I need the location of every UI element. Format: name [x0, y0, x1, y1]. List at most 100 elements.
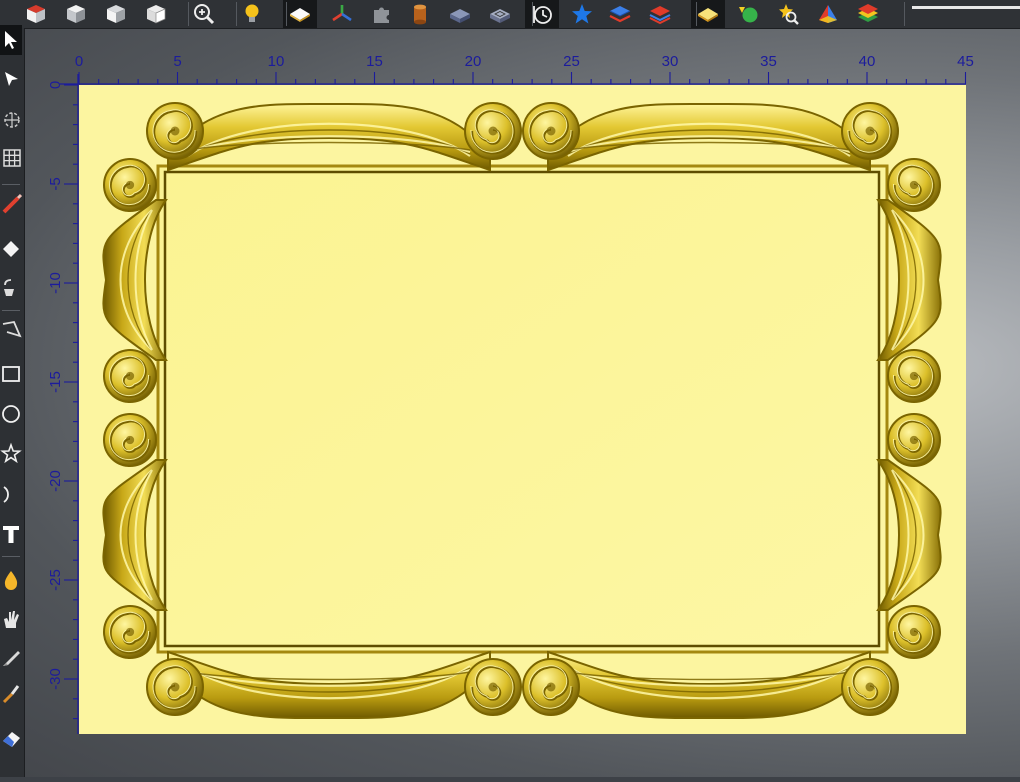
ruler-x-label: 25 — [563, 53, 580, 70]
scroll-curl — [103, 349, 157, 403]
ruler-x-label: 5 — [173, 53, 181, 70]
knife-icon — [3, 651, 20, 666]
shapes-green-button[interactable] — [731, 0, 765, 28]
eraser-blue-icon — [3, 732, 20, 747]
cube-side-view-icon — [107, 5, 125, 23]
polyline-tool[interactable] — [0, 315, 22, 345]
cube-red-top-button[interactable] — [19, 0, 53, 28]
ruler-y-label: -10 — [47, 272, 64, 294]
star-blue-button[interactable] — [565, 0, 599, 28]
scroll-curl — [103, 158, 157, 212]
3d-viewport[interactable]: 0 5 10 15 20 25 30 35 40 45 0 -5 -10 -15 -20 -25 -30 — [25, 29, 1020, 777]
left-toolbar-separator — [2, 556, 20, 557]
axes-button[interactable] — [325, 0, 359, 28]
ruler-y-label: -30 — [47, 668, 64, 690]
rectangle-icon — [2, 366, 20, 382]
cylinder-button[interactable] — [403, 0, 437, 28]
transform-tool[interactable] — [0, 105, 22, 135]
ruler-y-label: -5 — [47, 177, 64, 190]
left-toolbar-separator — [2, 184, 20, 185]
star-tool[interactable] — [0, 439, 22, 469]
scroll-curl — [887, 605, 941, 659]
cube-red-top-icon — [27, 5, 45, 23]
star-icon — [0, 442, 22, 464]
slab-blue-icon — [450, 9, 470, 23]
ruler-x-label: 15 — [366, 53, 383, 70]
star-blue-icon — [572, 4, 592, 24]
zoom-in-button[interactable] — [187, 0, 221, 28]
grid-tool[interactable] — [0, 143, 22, 173]
scroll-curl — [464, 102, 522, 160]
cube-front-view-button[interactable] — [59, 0, 93, 28]
grid-icon — [3, 149, 21, 167]
toolbar-slider[interactable] — [912, 6, 1020, 9]
scroll-curl — [103, 605, 157, 659]
scroll-curl — [887, 413, 941, 467]
rectangle-tool[interactable] — [0, 359, 22, 389]
arc-icon — [3, 486, 9, 503]
ruler-x-label: 30 — [662, 53, 679, 70]
circle-tool[interactable] — [0, 399, 22, 429]
bucket-tool[interactable] — [0, 273, 22, 303]
pyramid-button[interactable] — [811, 0, 845, 28]
polyline-icon — [2, 320, 22, 338]
cube-side-view-button[interactable] — [99, 0, 133, 28]
stack-colors-button[interactable] — [851, 0, 885, 28]
layer-white-button[interactable] — [283, 0, 317, 28]
lightbulb-icon — [245, 4, 259, 22]
ruler-x-label: 40 — [859, 53, 876, 70]
ruler-y-label: -15 — [47, 371, 64, 393]
cube-iso-view-icon — [147, 5, 166, 24]
toolbar-separator — [532, 2, 533, 26]
hand-tool[interactable] — [0, 605, 22, 635]
lightbulb-button[interactable] — [235, 0, 269, 28]
viewport-canvas[interactable]: 0 5 10 15 20 25 30 35 40 45 0 -5 -10 -15 -20 -25 -30 — [25, 29, 1020, 777]
cube-iso-view-button[interactable] — [139, 0, 173, 28]
pencil-red-tool[interactable] — [0, 189, 22, 219]
toolbar-separator — [696, 2, 697, 26]
ruler-y-label: 0 — [47, 81, 64, 89]
puzzle-button[interactable] — [365, 0, 399, 28]
cylinder-icon — [414, 4, 426, 25]
ruler-x-label: 20 — [465, 53, 482, 70]
zoom-selection-button[interactable] — [771, 0, 805, 28]
layers-red-button[interactable] — [643, 0, 677, 28]
stack-colors-icon — [858, 4, 878, 22]
ruler-x-label: 45 — [957, 53, 974, 70]
clock-toolpath-icon — [533, 6, 552, 24]
layer-yellow-icon — [698, 8, 718, 22]
circle-icon — [2, 405, 20, 423]
scroll-curl — [146, 658, 204, 716]
text-tool-tool[interactable] — [0, 519, 22, 549]
toolbar-separator — [286, 2, 287, 26]
drop-tool[interactable] — [0, 565, 22, 595]
zoom-selection-icon — [779, 4, 799, 25]
scroll-curl — [887, 349, 941, 403]
scroll-curl — [841, 102, 899, 160]
arc-tool[interactable] — [0, 479, 22, 509]
zoom-in-icon — [194, 4, 215, 25]
ornate-frame — [102, 102, 942, 720]
drop-icon — [4, 571, 18, 590]
clock-toolpath-button[interactable] — [525, 0, 559, 28]
scroll-curl — [841, 658, 899, 716]
knife-tool[interactable] — [0, 643, 22, 673]
eraser-tool[interactable] — [0, 232, 22, 262]
layers-blue-red-button[interactable] — [603, 0, 637, 28]
scroll-curl — [887, 158, 941, 212]
eraser-icon — [3, 241, 19, 257]
slab-wire-button[interactable] — [483, 0, 517, 28]
node-edit-arrow-icon — [5, 72, 18, 86]
node-edit-arrow-tool[interactable] — [0, 65, 22, 95]
brush-tool[interactable] — [0, 679, 22, 709]
scroll-curl — [103, 413, 157, 467]
eraser-blue-tool[interactable] — [0, 723, 22, 753]
toolbar-separator — [904, 2, 905, 26]
transform-icon — [4, 112, 20, 128]
select-arrow-tool[interactable] — [0, 25, 22, 55]
slab-blue-button[interactable] — [443, 0, 477, 28]
ruler-x-label: 0 — [75, 53, 83, 70]
ruler-x-label: 35 — [760, 53, 777, 70]
hand-icon — [4, 611, 19, 628]
shapes-green-icon — [739, 7, 758, 23]
